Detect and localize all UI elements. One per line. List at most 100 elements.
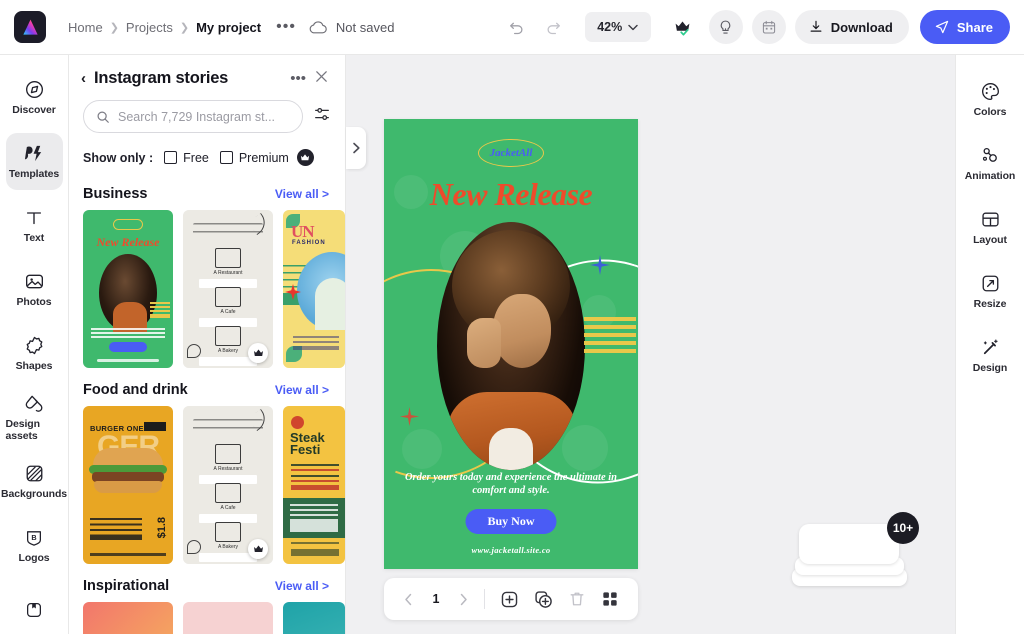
sidebar-item-design-assets[interactable]: Design assets: [6, 389, 63, 446]
thumb-art: Steak Festi: [283, 406, 345, 564]
zoom-level-dropdown[interactable]: 42%: [584, 12, 651, 42]
download-button[interactable]: Download: [794, 10, 909, 44]
share-button[interactable]: Share: [919, 10, 1010, 44]
thumb-entry: A Bakery: [199, 326, 257, 366]
design-cta-button[interactable]: Buy Now: [465, 509, 557, 534]
storefront-icon: [215, 444, 241, 464]
template-burger-one[interactable]: BURGER ONE GER $1.8: [83, 406, 173, 564]
redo-icon: [547, 22, 561, 34]
send-icon: [935, 20, 949, 34]
filter-sliders-icon: [315, 107, 329, 121]
duplicate-page-icon: [535, 590, 552, 608]
premium-status-button[interactable]: [665, 10, 700, 44]
template-uni-fashion[interactable]: UN FASHION: [283, 210, 345, 368]
filter-button[interactable]: [313, 105, 331, 128]
design-canvas[interactable]: JacketAll New Release Order yours today …: [384, 119, 638, 569]
sidebar-item-discover[interactable]: Discover: [6, 69, 63, 126]
sidebar-label-photos: Photos: [16, 296, 52, 308]
template-neighborhood-spots[interactable]: A Restaurant A Cafe A Bakery: [183, 406, 273, 564]
panel-back-button[interactable]: ‹: [81, 70, 86, 87]
template-new-release[interactable]: New Release: [83, 210, 173, 368]
panel-collapse-toggle[interactable]: [346, 127, 366, 169]
photo-hand: [467, 318, 501, 368]
template-steak-festival[interactable]: Steak Festi: [283, 406, 345, 564]
breadcrumb-my-project[interactable]: My project: [196, 20, 261, 35]
design-subtitle: Order yours today and experience the ult…: [404, 472, 618, 496]
sidebar-item-text[interactable]: Text: [6, 197, 63, 254]
add-page-button[interactable]: [500, 590, 519, 609]
duplicate-page-button[interactable]: [534, 590, 553, 609]
view-all-business[interactable]: View all >: [275, 187, 329, 201]
sidebar-item-shapes[interactable]: Shapes: [6, 325, 63, 382]
canvas-area[interactable]: JacketAll New Release Order yours today …: [346, 55, 955, 634]
template-inspirational-1[interactable]: [83, 602, 173, 634]
palette-icon: [981, 83, 999, 100]
thumb-title: New Release: [96, 235, 160, 249]
sidebar-item-templates[interactable]: Templates: [5, 133, 63, 190]
design-url: www.jacketall.site.co: [471, 545, 551, 555]
prev-page-button[interactable]: [403, 593, 414, 606]
design-title: New Release: [429, 176, 593, 212]
grid-view-button[interactable]: [601, 590, 619, 608]
left-sidebar: Discover Templates Text Photos Shapes De…: [0, 55, 69, 634]
checkbox-premium[interactable]: [219, 151, 233, 164]
breadcrumb: Home ❯ Projects ❯ My project •••: [68, 19, 296, 35]
thumb-footer: [90, 553, 166, 556]
schedule-button[interactable]: [751, 10, 786, 44]
panel-header: ‹ Instagram stories •••: [69, 55, 345, 94]
thumb-entry: A Restaurant: [199, 444, 257, 484]
next-page-button[interactable]: [458, 593, 469, 606]
resize-icon: [982, 275, 998, 292]
magic-wand-icon: [983, 339, 998, 355]
ideas-button[interactable]: [708, 10, 743, 44]
design-photo: [437, 222, 585, 470]
template-neighborhood-spots[interactable]: A Restaurant A Cafe A Bakery: [183, 210, 273, 368]
filter-premium[interactable]: Premium: [219, 149, 314, 166]
panel-search-row: Search 7,729 Instagram st...: [69, 94, 345, 133]
sidebar-label-animation: Animation: [964, 170, 1016, 182]
project-more-button[interactable]: •••: [276, 19, 296, 35]
show-only-filters: Show only : Free Premium: [69, 133, 345, 172]
search-input[interactable]: Search 7,729 Instagram st...: [83, 100, 303, 133]
panel-close-button[interactable]: [314, 69, 329, 88]
chevron-right-icon: [460, 593, 467, 605]
top-toolbar-actions: 42% Download Share: [501, 10, 1010, 44]
sidebar-item-layout[interactable]: Layout: [962, 199, 1019, 256]
app-logo[interactable]: [14, 11, 46, 43]
page-stack[interactable]: 10+: [792, 512, 919, 586]
sidebar-label-resize: Resize: [973, 298, 1007, 310]
section-title: Food and drink: [83, 382, 188, 398]
thumb-art: [283, 602, 345, 634]
breadcrumb-home[interactable]: Home: [68, 20, 103, 35]
sidebar-item-animation[interactable]: Animation: [962, 135, 1019, 192]
thumb-entry-label: A Cafe: [220, 309, 236, 315]
sidebar-item-resize[interactable]: Resize: [962, 263, 1019, 320]
templates-list[interactable]: Business View all > New Release A Restau…: [69, 172, 345, 634]
page-number[interactable]: 1: [429, 592, 443, 606]
sidebar-item-backgrounds[interactable]: Backgrounds: [1, 453, 67, 510]
checkbox-free[interactable]: [164, 151, 178, 164]
template-inspirational-2[interactable]: [183, 602, 273, 634]
sidebar-item-more[interactable]: [6, 581, 63, 634]
undo-button[interactable]: [501, 12, 531, 42]
view-all-food-and-drink[interactable]: View all >: [275, 383, 329, 397]
app-root: Home ❯ Projects ❯ My project ••• Not sav…: [0, 0, 1024, 634]
thumb-title: Steak Festi: [290, 430, 325, 457]
storefront-icon: [215, 248, 241, 268]
panel-more-button[interactable]: •••: [290, 70, 306, 87]
template-inspirational-3[interactable]: [283, 602, 345, 634]
filter-free[interactable]: Free: [164, 151, 209, 165]
sidebar-item-photos[interactable]: Photos: [6, 261, 63, 318]
view-all-inspirational[interactable]: View all >: [275, 579, 329, 593]
thumb-logo-dot: [291, 416, 304, 429]
sidebar-label-logos: Logos: [18, 551, 50, 564]
breadcrumb-projects[interactable]: Projects: [126, 20, 173, 35]
thumb-bars: [150, 302, 170, 318]
sidebar-item-colors[interactable]: Colors: [962, 71, 1019, 128]
trash-icon: [570, 592, 584, 606]
thumb-row-business: New Release A Restaurant A Cafe A Bakery…: [69, 210, 345, 372]
sidebar-item-design[interactable]: Design: [962, 327, 1019, 384]
sidebar-item-logos[interactable]: B Logos: [6, 517, 63, 574]
delete-page-button[interactable]: [568, 590, 586, 608]
redo-button[interactable]: [540, 12, 570, 42]
